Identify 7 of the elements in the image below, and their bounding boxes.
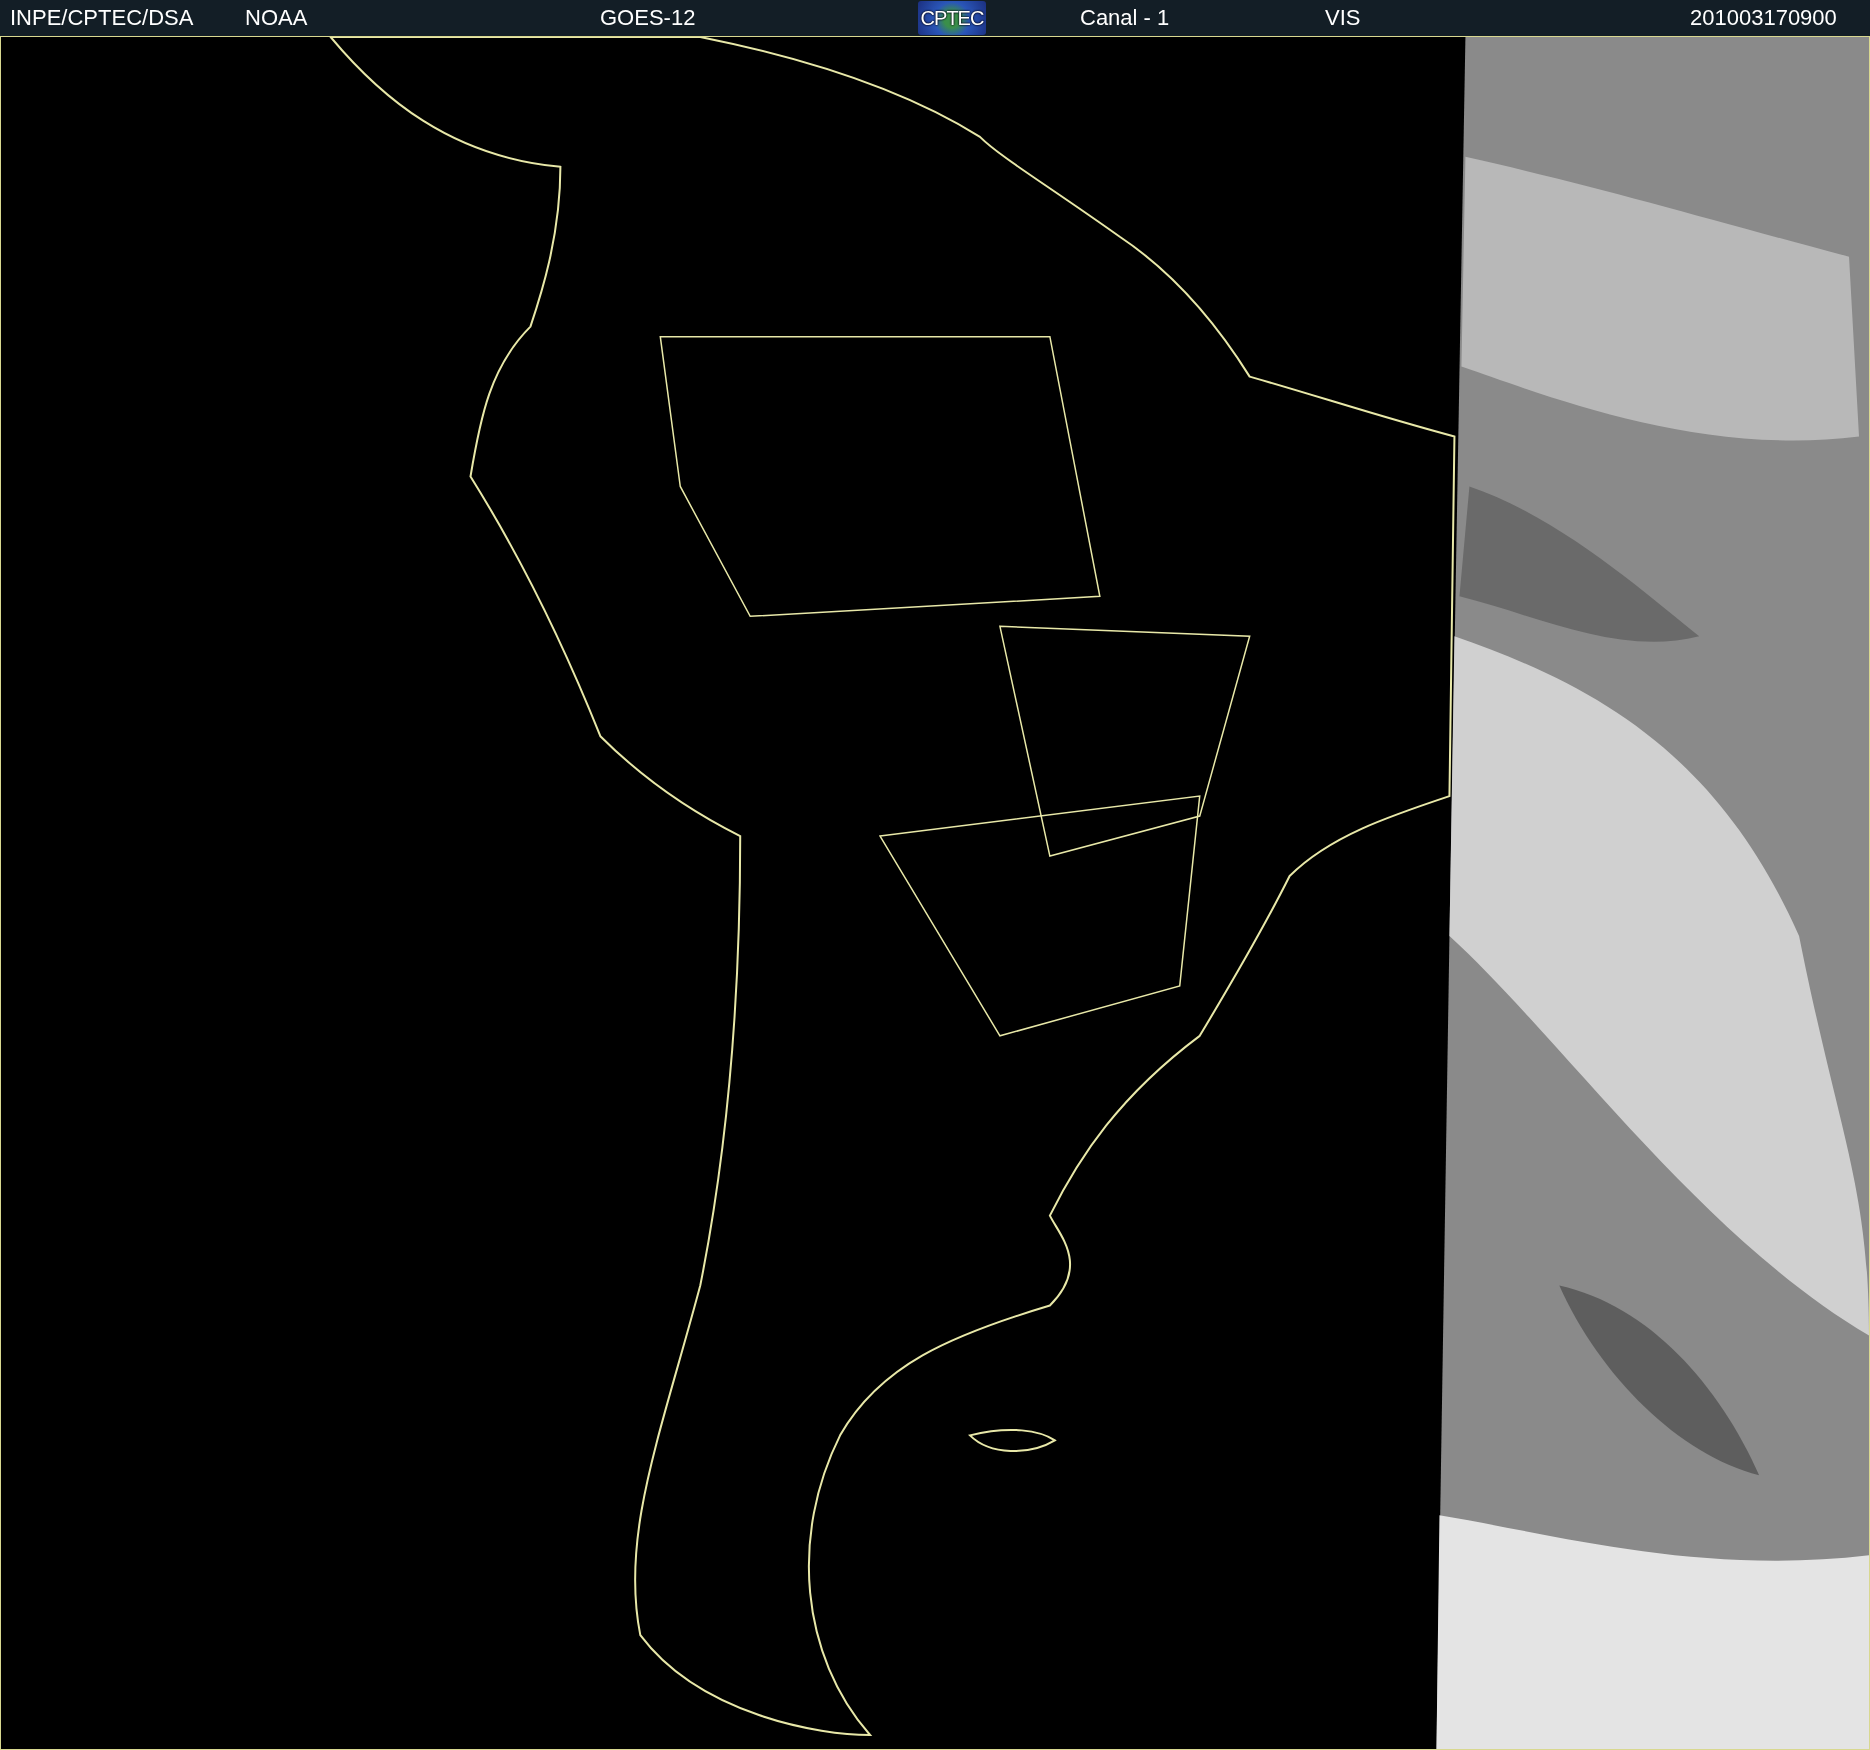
agency-label: NOAA: [245, 4, 308, 32]
channel-label: Canal - 1: [1080, 4, 1170, 32]
source-label: INPE/CPTEC/DSA: [10, 4, 194, 32]
satellite-label: GOES-12: [600, 4, 696, 32]
logo: CPTEC: [918, 1, 986, 35]
timestamp-label: 201003170900: [1690, 4, 1837, 32]
band-label: VIS: [1325, 4, 1361, 32]
